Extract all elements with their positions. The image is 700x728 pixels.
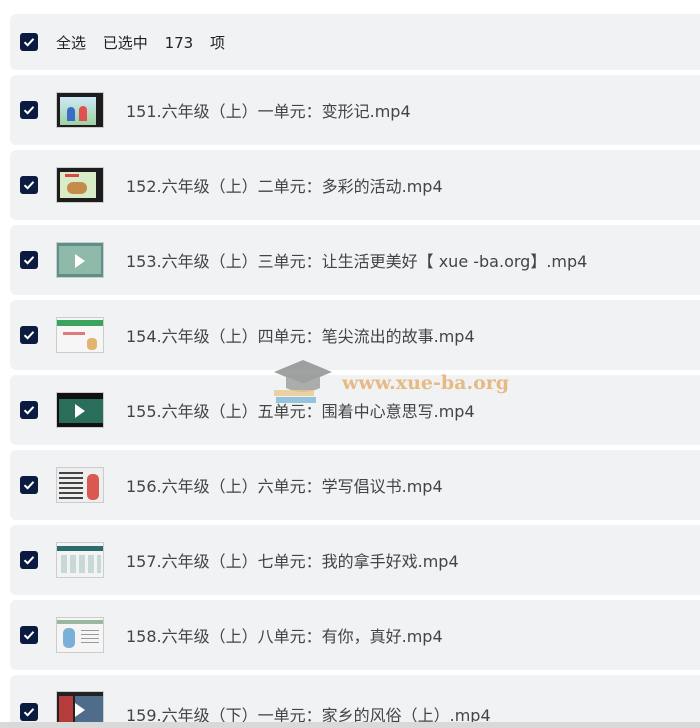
- play-icon: [75, 404, 85, 418]
- video-thumbnail: [56, 167, 104, 203]
- row-checkbox[interactable]: [20, 476, 38, 494]
- selected-prefix: 已选中: [102, 33, 148, 52]
- file-name[interactable]: 155.六年级（上）五单元：围着中心意思写.mp4: [126, 398, 475, 422]
- file-name[interactable]: 157.六年级（上）七单元：我的拿手好戏.mp4: [126, 548, 459, 572]
- row-checkbox[interactable]: [20, 176, 38, 194]
- check-icon: [23, 38, 35, 47]
- file-name[interactable]: 151.六年级（上）一单元：变形记.mp4: [126, 98, 411, 122]
- select-all-label[interactable]: 全选: [56, 34, 86, 52]
- check-icon: [23, 708, 35, 717]
- check-icon: [23, 256, 35, 265]
- file-row[interactable]: 159.六年级（下）一单元：家乡的风俗（上）.mp4: [10, 675, 700, 728]
- file-row[interactable]: 156.六年级（上）六单元：学写倡议书.mp4: [10, 450, 700, 520]
- select-all-checkbox[interactable]: [20, 33, 38, 51]
- file-name[interactable]: 152.六年级（上）二单元：多彩的活动.mp4: [126, 173, 443, 197]
- file-name[interactable]: 156.六年级（上）六单元：学写倡议书.mp4: [126, 473, 443, 497]
- selected-suffix: 项: [210, 33, 226, 52]
- row-checkbox[interactable]: [20, 251, 38, 269]
- check-icon: [23, 631, 35, 640]
- check-icon: [23, 556, 35, 565]
- file-name[interactable]: 154.六年级（上）四单元：笔尖流出的故事.mp4: [126, 323, 475, 347]
- file-row[interactable]: 152.六年级（上）二单元：多彩的活动.mp4: [10, 150, 700, 220]
- check-icon: [23, 331, 35, 340]
- video-thumbnail: [56, 467, 104, 503]
- bottom-divider: [0, 722, 700, 728]
- file-row[interactable]: 155.六年级（上）五单元：围着中心意思写.mp4: [10, 375, 700, 445]
- file-name[interactable]: 158.六年级（上）八单元：有你，真好.mp4: [126, 623, 443, 647]
- video-thumbnail: [56, 317, 104, 353]
- selection-summary: 全选 已选中 173 项: [56, 32, 237, 53]
- play-icon: [75, 254, 85, 268]
- video-thumbnail: [56, 542, 104, 578]
- row-checkbox[interactable]: [20, 703, 38, 721]
- video-thumbnail: [56, 617, 104, 653]
- video-thumbnail: [56, 92, 104, 128]
- check-icon: [23, 406, 35, 415]
- play-icon: [75, 703, 85, 717]
- file-row[interactable]: 151.六年级（上）一单元：变形记.mp4: [10, 75, 700, 145]
- row-checkbox[interactable]: [20, 551, 38, 569]
- file-row[interactable]: 157.六年级（上）七单元：我的拿手好戏.mp4: [10, 525, 700, 595]
- row-checkbox[interactable]: [20, 626, 38, 644]
- file-row[interactable]: 153.六年级（上）三单元：让生活更美好【 xue -ba.org】.mp4: [10, 225, 700, 295]
- video-thumbnail: [56, 392, 104, 428]
- check-icon: [23, 181, 35, 190]
- file-name[interactable]: 153.六年级（上）三单元：让生活更美好【 xue -ba.org】.mp4: [126, 248, 587, 272]
- file-row[interactable]: 154.六年级（上）四单元：笔尖流出的故事.mp4: [10, 300, 700, 370]
- check-icon: [23, 481, 35, 490]
- check-icon: [23, 106, 35, 115]
- row-checkbox[interactable]: [20, 401, 38, 419]
- selected-count: 173: [164, 33, 194, 52]
- row-checkbox[interactable]: [20, 326, 38, 344]
- row-checkbox[interactable]: [20, 101, 38, 119]
- file-row[interactable]: 158.六年级（上）八单元：有你，真好.mp4: [10, 600, 700, 670]
- select-all-row[interactable]: 全选 已选中 173 项: [10, 14, 700, 70]
- video-thumbnail: [56, 242, 104, 278]
